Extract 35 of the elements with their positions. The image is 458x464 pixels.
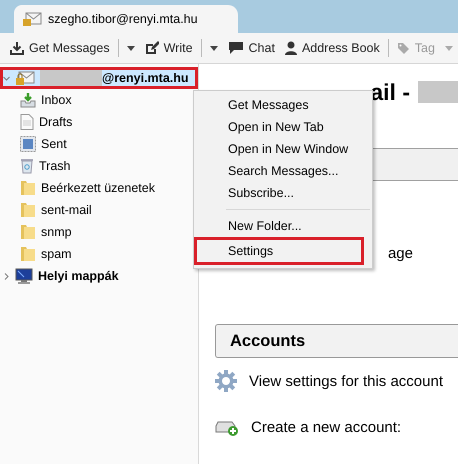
caret-icon [444,46,453,50]
redaction-block [40,70,102,86]
envelope-lock-icon [22,11,42,27]
folder-icon [20,246,36,262]
toolbar-button[interactable]: Chat [224,38,279,58]
action-label: age [388,245,413,262]
pencil-icon [144,41,159,55]
inbox-tray-icon [20,92,36,108]
speech-bubble-icon [228,41,244,55]
chevron-down-icon[interactable] [2,74,10,82]
folder-item[interactable]: @renyi.mta.hu [0,67,198,89]
toolbar-button[interactable]: Write [140,38,197,58]
folder-item[interactable]: Helyi mappák [0,265,198,287]
caret-icon [126,46,135,50]
toolbar-button[interactable]: Get Messages [6,38,114,58]
folder-icon [20,202,36,218]
window-tab[interactable]: szegho.tibor@renyi.mta.hu [14,5,238,33]
stamp-icon [20,136,36,152]
account-action-link[interactable]: View settings for this account [249,372,443,390]
trash-bin-icon [20,158,34,174]
tag-icon [396,42,410,54]
caret-icon [210,46,218,50]
folder-icon [20,180,36,196]
monitor-icon [15,268,33,284]
account-action-link[interactable]: Create a new account: [251,418,402,436]
settings-icon [215,370,237,392]
download-icon [10,41,24,55]
chevron-right-icon[interactable] [2,272,10,280]
redaction-block [418,81,458,103]
person-icon [284,41,297,55]
toolbar-button[interactable]: Address Book [280,38,384,58]
document-icon [20,114,34,130]
section-header: Accounts [215,324,458,358]
envelope-lock-icon [15,70,35,86]
folder-icon [20,224,36,240]
